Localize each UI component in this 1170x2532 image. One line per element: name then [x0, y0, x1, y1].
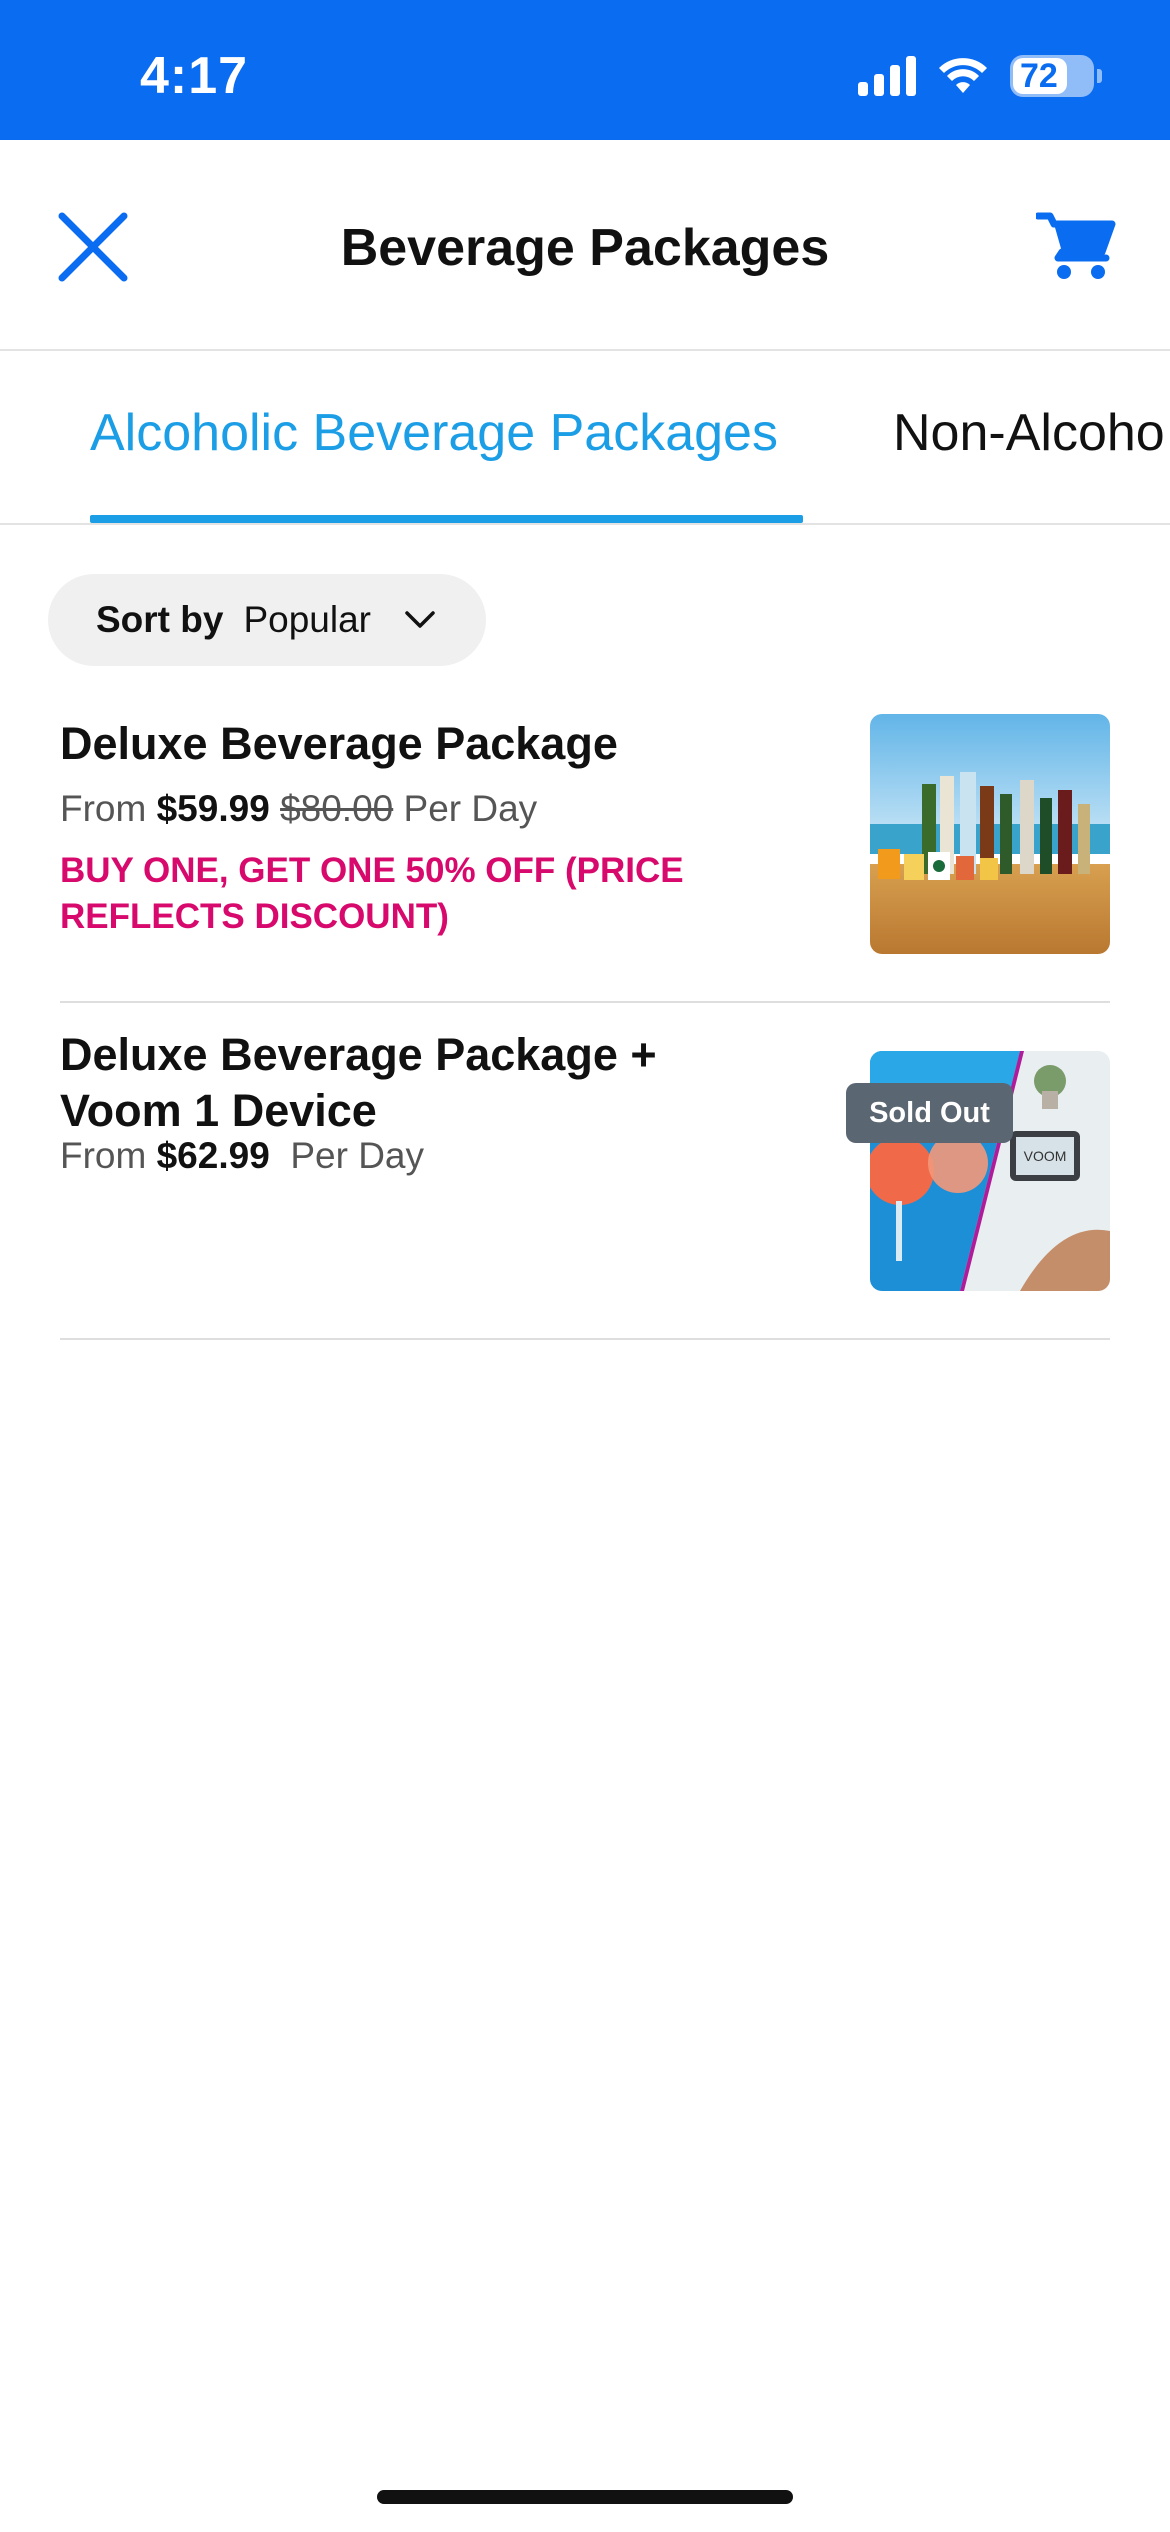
cellular-signal-icon — [858, 56, 916, 96]
price-original: $80.00 — [280, 788, 394, 829]
header-bar: Beverage Packages — [0, 140, 1170, 351]
cart-button[interactable] — [1034, 210, 1116, 282]
package-price: From $62.99 Per Day — [60, 1135, 424, 1177]
package-list-item[interactable]: Deluxe Beverage Package From $59.99 $80.… — [60, 690, 1110, 1003]
category-tabs: Alcoholic Beverage Packages Non-Alcoho — [0, 351, 1170, 525]
package-name: Deluxe Beverage Package — [60, 718, 618, 769]
status-bar: 4:17 72 — [0, 0, 1170, 140]
sort-label: Sort by — [96, 599, 224, 640]
cart-icon — [1034, 212, 1116, 279]
status-time: 4:17 — [140, 47, 249, 105]
sort-dropdown[interactable]: Sort by Popular — [48, 574, 486, 666]
wifi-icon — [939, 58, 987, 93]
voom-logo-text: VOOM — [1024, 1148, 1067, 1164]
sold-out-badge: Sold Out — [846, 1083, 1013, 1143]
package-list-item[interactable]: Deluxe Beverage Package + Voom 1 Device … — [60, 1003, 1110, 1340]
package-price: From $59.99 $80.00 Per Day — [60, 788, 537, 830]
tab-non-alcoholic-beverage-packages[interactable]: Non-Alcoho — [893, 403, 1165, 463]
sort-value: Popular — [243, 599, 371, 640]
price-current: $59.99 — [156, 788, 270, 829]
price-current: $62.99 — [156, 1135, 270, 1176]
status-icons: 72 — [858, 54, 1102, 98]
battery-cap — [1097, 69, 1102, 83]
price-per-day: Per Day — [290, 1135, 424, 1176]
active-tab-indicator — [90, 515, 803, 523]
page-title: Beverage Packages — [340, 219, 830, 277]
price-per-day: Per Day — [403, 788, 538, 829]
price-from-label: From — [60, 1135, 147, 1176]
beach-bar-drinks-image — [870, 714, 1110, 954]
battery-icon: 72 — [1010, 55, 1102, 97]
promo-text: BUY ONE, GET ONE 50% OFF (PRICE REFLECTS… — [60, 851, 684, 936]
battery-level: 72 — [1020, 56, 1058, 95]
package-name: Deluxe Beverage Package + Voom 1 Device — [60, 1029, 657, 1136]
home-indicator[interactable] — [377, 2490, 793, 2504]
chevron-down-icon — [405, 611, 435, 628]
tab-alcoholic-beverage-packages[interactable]: Alcoholic Beverage Packages — [90, 403, 778, 463]
price-from-label: From — [60, 788, 147, 829]
